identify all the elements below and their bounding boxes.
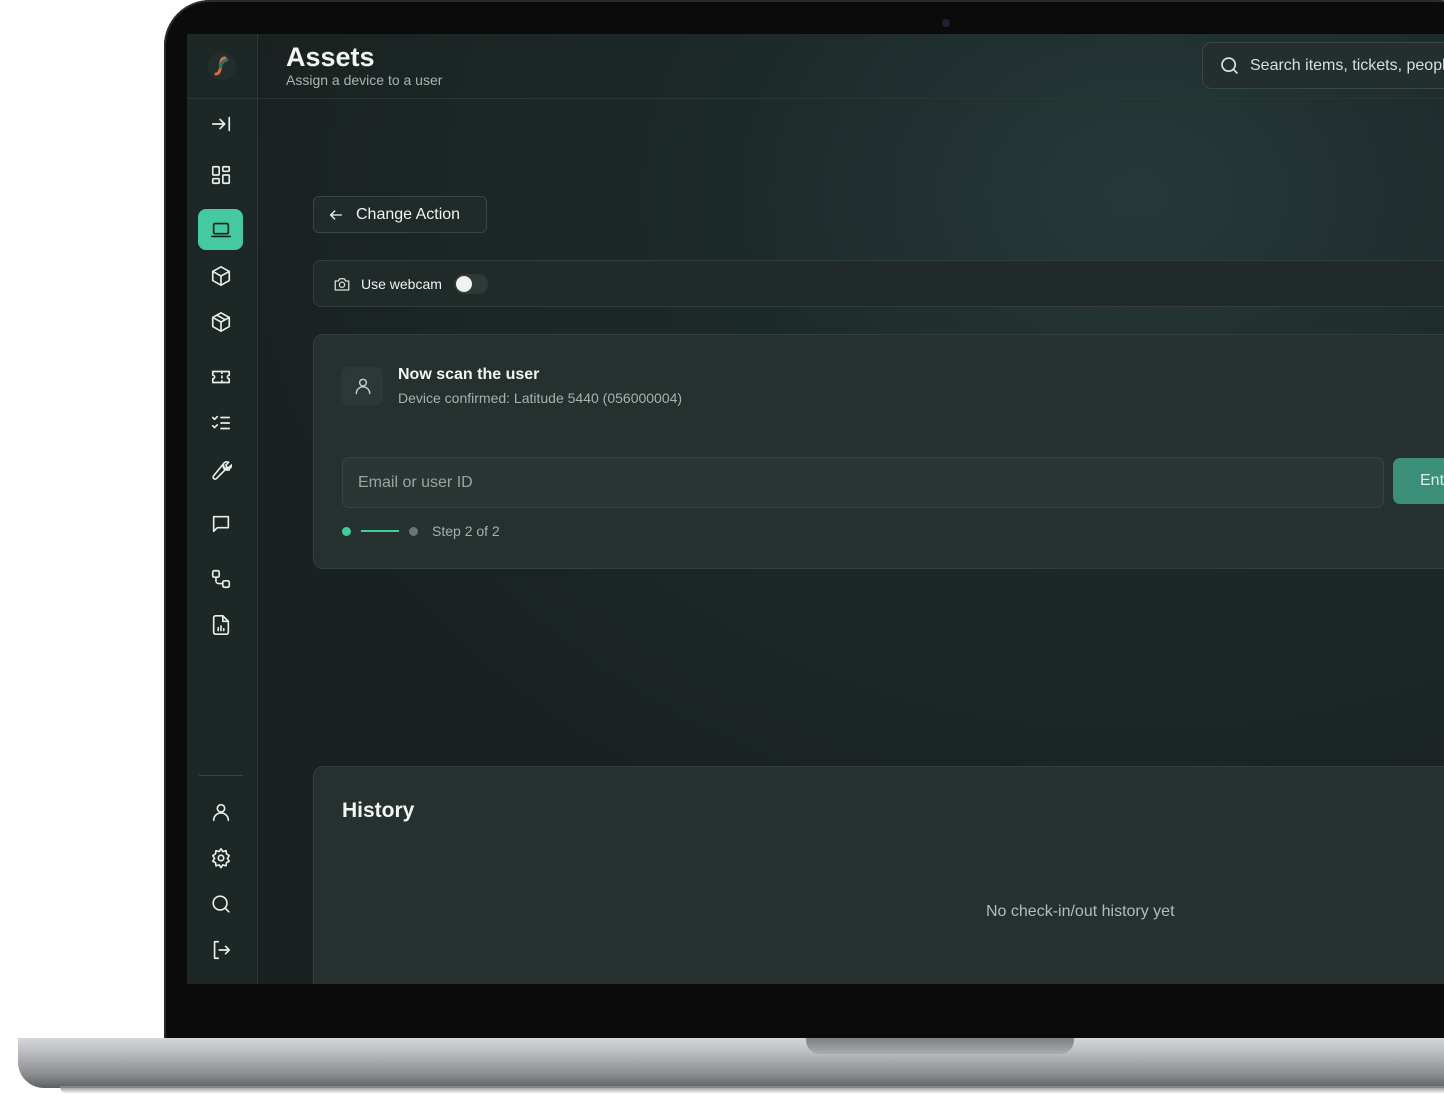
sidebar-item-packages[interactable] <box>198 301 243 342</box>
sidebar-divider <box>187 98 258 99</box>
ticket-icon <box>211 370 230 383</box>
scan-subtitle: Device confirmed: Latitude 5440 (0560000… <box>398 390 683 406</box>
sidebar-item-inventory[interactable] <box>198 255 243 296</box>
search-icon <box>211 894 230 913</box>
package-icon <box>211 311 230 332</box>
webcam-toggle[interactable] <box>453 273 488 294</box>
global-search[interactable] <box>1202 42 1444 89</box>
sidebar-item-dashboard[interactable] <box>198 154 243 195</box>
logo-icon <box>214 56 229 76</box>
history-title: History <box>342 799 415 822</box>
logout-icon <box>213 940 230 959</box>
step-dot-1 <box>342 526 351 536</box>
laptop-notch <box>806 1038 1074 1054</box>
global-search-input[interactable] <box>1250 56 1444 75</box>
step-indicator: Step 2 of 2 <box>342 523 500 539</box>
user-badge <box>342 367 383 405</box>
webcam-toggle-knob <box>455 275 472 292</box>
sidebar-item-profile[interactable] <box>198 791 243 832</box>
page-subtitle: Assign a device to a user <box>286 72 443 88</box>
laptop-base-shadow <box>60 1086 1444 1094</box>
sidebar-item-search[interactable] <box>198 883 243 924</box>
sidebar-item-tickets[interactable] <box>198 356 243 397</box>
checklist-icon <box>211 415 230 429</box>
page-title: Assets <box>286 42 375 72</box>
workflow-icon <box>211 569 230 588</box>
app-logo[interactable] <box>208 52 236 80</box>
sidebar-item-logout[interactable] <box>198 929 243 970</box>
sidebar-divider <box>199 775 243 776</box>
dashboard-grid-icon <box>211 165 230 184</box>
sidebar-item-tasks[interactable] <box>198 402 243 443</box>
sidebar-item-maintenance[interactable] <box>198 448 243 489</box>
app-screen: Assets Assign a device to a user Change … <box>187 34 1444 984</box>
sidebar-item-assets[interactable] <box>198 209 243 250</box>
sidebar-item-workflows[interactable] <box>198 558 243 599</box>
page-header: Assets Assign a device to a user <box>259 34 1444 99</box>
gear-icon <box>211 847 230 868</box>
step-dot-2 <box>409 526 418 536</box>
enter-button[interactable]: Enter <box>1393 458 1444 504</box>
user-id-input[interactable] <box>342 457 1384 508</box>
change-action-button[interactable]: Change Action <box>313 196 487 233</box>
laptop-base <box>18 1038 1444 1088</box>
sidebar-item-messages[interactable] <box>198 503 243 544</box>
webcam-bar: Use webcam <box>313 260 1444 307</box>
sidebar <box>187 34 258 984</box>
step-label: Step 2 of 2 <box>432 523 500 539</box>
search-icon <box>1221 57 1238 74</box>
scan-title: Now scan the user <box>398 366 540 383</box>
collapse-sidebar-icon <box>211 116 230 131</box>
step-connector <box>361 530 399 532</box>
sidebar-item-reports[interactable] <box>198 604 243 645</box>
sidebar-collapse-button[interactable] <box>198 103 243 144</box>
arrow-left-icon <box>330 209 342 220</box>
wrench-icon <box>211 460 232 480</box>
camera-icon <box>334 277 350 291</box>
laptop-icon <box>210 222 231 237</box>
report-icon <box>212 614 229 635</box>
scan-user-card: Now scan the user Device confirmed: Lati… <box>313 334 1444 569</box>
history-card: History No check-in/out history yet <box>313 766 1444 984</box>
chat-icon <box>212 515 229 532</box>
change-action-label: Change Action <box>356 205 461 223</box>
laptop-camera <box>942 19 950 27</box>
box-icon <box>211 265 230 286</box>
sidebar-item-settings[interactable] <box>198 837 243 878</box>
user-icon <box>355 378 370 395</box>
history-empty-state: No check-in/out history yet <box>986 903 1175 920</box>
user-icon <box>212 803 229 821</box>
webcam-label: Use webcam <box>361 275 442 292</box>
